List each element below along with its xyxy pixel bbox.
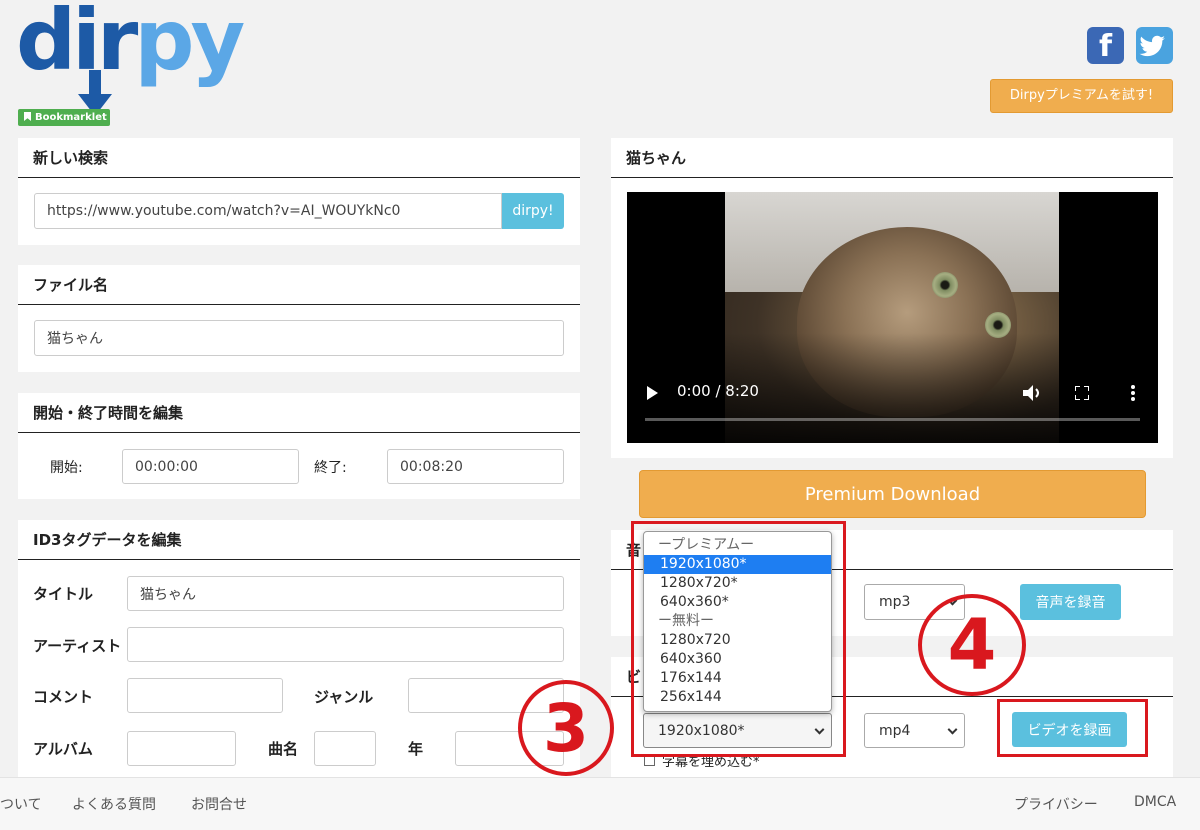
dirpy-logo[interactable]: dirpy	[16, 0, 245, 116]
premium-download-button[interactable]: Premium Download	[639, 470, 1146, 518]
footer-contact-link[interactable]: お問合せ	[191, 794, 247, 814]
genre-label: ジャンル	[314, 688, 374, 706]
url-input[interactable]: https://www.youtube.com/watch?v=AI_WOUYk…	[34, 193, 502, 229]
album-input[interactable]	[127, 731, 236, 766]
id3-title-label: タイトル	[33, 585, 94, 603]
panel-title: 新しい検索	[33, 149, 109, 167]
footer-dmca-link[interactable]: DMCA	[1134, 794, 1176, 810]
chevron-down-icon	[947, 724, 958, 735]
panel-title: 開始・終了時間を編集	[33, 404, 184, 422]
volume-icon[interactable]	[1023, 384, 1043, 402]
artist-input[interactable]	[127, 627, 564, 662]
filename-input[interactable]: 猫ちゃん	[34, 320, 564, 356]
video-time: 0:00 / 8:20	[677, 382, 759, 400]
id3-panel: ID3タグデータを編集 タイトル 猫ちゃん アーティスト コメント ジャンル ア…	[18, 520, 580, 780]
video-player[interactable]: 0:00 / 8:20	[627, 192, 1158, 443]
panel-title: ファイル名	[33, 276, 109, 294]
bookmarklet-badge[interactable]: Bookmarklet	[18, 109, 110, 126]
comment-input[interactable]	[127, 678, 283, 713]
video-progress-bar[interactable]	[645, 418, 1140, 421]
twitter-icon[interactable]	[1136, 27, 1173, 64]
track-label: 曲名	[268, 740, 299, 758]
filename-panel: ファイル名 猫ちゃん	[18, 265, 580, 372]
fullscreen-icon[interactable]	[1075, 386, 1089, 400]
step4-marker: 4	[918, 594, 1026, 696]
comment-label: コメント	[33, 688, 94, 706]
footer: ついて よくある質問 お問合せ プライバシー DMCA	[0, 777, 1200, 830]
record-audio-button[interactable]: 音声を録音	[1020, 584, 1121, 620]
video-format-select[interactable]: mp4	[864, 713, 965, 748]
search-panel: 新しい検索 https://www.youtube.com/watch?v=AI…	[18, 138, 580, 245]
start-time-input[interactable]: 00:00:00	[122, 449, 299, 484]
panel-title: 猫ちゃん	[626, 149, 687, 167]
facebook-icon[interactable]: f	[1087, 27, 1124, 64]
time-edit-panel: 開始・終了時間を編集 開始: 00:00:00 終了: 00:08:20	[18, 393, 580, 499]
try-premium-button[interactable]: Dirpyプレミアムを試す!	[990, 79, 1173, 113]
bookmarklet-label: Bookmarklet	[35, 112, 107, 123]
footer-about-link[interactable]: ついて	[0, 794, 42, 814]
track-input[interactable]	[314, 731, 376, 766]
annotation-box-step3	[631, 521, 846, 757]
video-format-value: mp4	[879, 722, 911, 739]
id3-title-input[interactable]: 猫ちゃん	[127, 576, 564, 611]
logo-main-text: dir	[16, 0, 138, 89]
footer-faq-link[interactable]: よくある質問	[72, 794, 156, 814]
step3-marker: 3	[518, 680, 614, 776]
album-label: アルバム	[33, 740, 93, 758]
end-time-input[interactable]: 00:08:20	[387, 449, 564, 484]
artist-label: アーティスト	[33, 637, 122, 655]
footer-privacy-link[interactable]: プライバシー	[1014, 794, 1098, 814]
more-options-icon[interactable]	[1130, 384, 1136, 402]
bookmark-icon	[24, 112, 31, 121]
year-label: 年	[408, 740, 424, 758]
logo-accent-text: py	[134, 0, 245, 89]
annotation-box-step4	[997, 699, 1148, 757]
end-label: 終了:	[314, 460, 347, 476]
audio-format-value: mp3	[879, 594, 911, 610]
dirpy-button[interactable]: dirpy!	[502, 193, 564, 229]
twitter-bird-icon	[1139, 35, 1165, 57]
panel-title: ID3タグデータを編集	[33, 531, 182, 549]
start-label: 開始:	[50, 460, 83, 476]
play-icon[interactable]	[647, 386, 658, 400]
